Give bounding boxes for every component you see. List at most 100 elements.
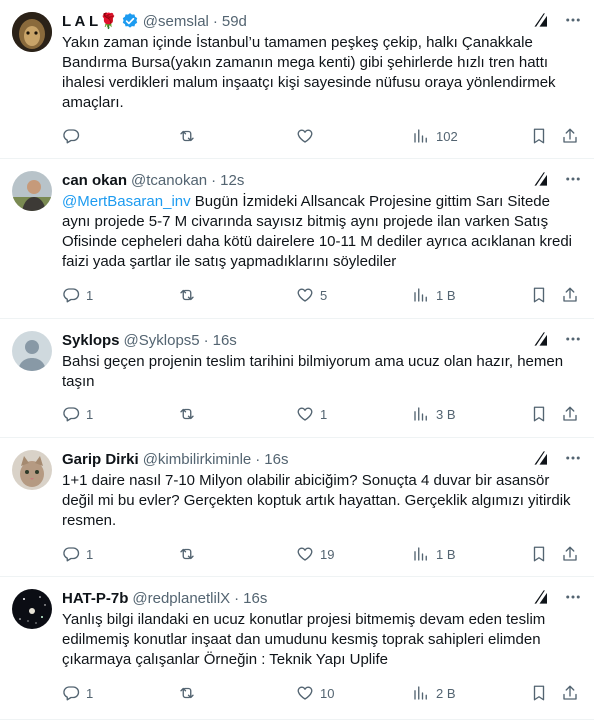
verified-icon — [122, 13, 137, 28]
views-button[interactable]: 102 — [412, 127, 458, 145]
user-handle[interactable]: @Syklops5 — [124, 332, 200, 349]
user-handle[interactable]: @tcanokan — [131, 172, 207, 189]
reply-button[interactable]: 1 — [62, 286, 93, 304]
bookmark-icon — [530, 545, 548, 563]
share-icon — [561, 127, 579, 145]
bookmark-icon — [530, 405, 548, 423]
tweet[interactable]: L A L 🌹 @semslal · 59d Yakın zaman içind… — [0, 0, 594, 159]
tweet[interactable]: HAT-P-7b @redplanetlilX · 16s Yanlış bil… — [0, 577, 594, 720]
timestamp[interactable]: 16s — [213, 332, 237, 349]
views-button[interactable]: 1 B — [412, 286, 456, 304]
reply-icon — [62, 545, 80, 563]
grok-icon[interactable] — [532, 10, 552, 30]
retweet-button[interactable] — [178, 286, 202, 304]
timestamp[interactable]: 16s — [264, 451, 288, 468]
reply-button[interactable]: 1 — [62, 405, 93, 423]
tweet-text: Yakın zaman içinde İstanbul’u tamamen pe… — [62, 34, 556, 111]
more-icon[interactable] — [564, 449, 582, 467]
more-icon[interactable] — [564, 588, 582, 606]
share-button[interactable] — [561, 286, 579, 304]
retweet-button[interactable] — [178, 684, 202, 702]
bookmark-button[interactable] — [530, 127, 548, 145]
more-icon[interactable] — [564, 11, 582, 29]
share-icon — [561, 545, 579, 563]
user-handle[interactable]: @semslal — [143, 13, 209, 30]
reply-icon — [62, 405, 80, 423]
tweet-text: Bahsi geçen projenin teslim tarihini bil… — [62, 353, 564, 390]
reply-icon — [62, 127, 80, 145]
tweet[interactable]: Syklops @Syklops5 · 16s Bahsi geçen proj… — [0, 319, 594, 438]
like-button[interactable]: 5 — [296, 286, 327, 304]
like-icon — [296, 127, 314, 145]
more-icon[interactable] — [564, 170, 582, 188]
like-icon — [296, 684, 314, 702]
bookmark-button[interactable] — [530, 286, 548, 304]
share-button[interactable] — [561, 127, 579, 145]
tweet[interactable]: Garip Dirki @kimbilirkiminle · 16s 1+1 d… — [0, 438, 594, 577]
grok-icon[interactable] — [532, 448, 552, 468]
like-button[interactable] — [296, 127, 320, 145]
timestamp[interactable]: 16s — [243, 590, 267, 607]
retweet-icon — [178, 545, 196, 563]
grok-icon[interactable] — [532, 169, 552, 189]
share-button[interactable] — [561, 684, 579, 702]
retweet-button[interactable] — [178, 405, 202, 423]
tweet-feed: L A L 🌹 @semslal · 59d Yakın zaman içind… — [0, 0, 594, 720]
user-handle[interactable]: @redplanetlilX — [132, 590, 230, 607]
tweet-text: Yanlış bilgi ilandaki en ucuz konutlar p… — [62, 611, 546, 668]
retweet-button[interactable] — [178, 545, 202, 563]
display-name[interactable]: can okan — [62, 172, 127, 189]
tweet-text: 1+1 daire nasıl 7-10 Milyon olabilir abi… — [62, 472, 571, 529]
retweet-button[interactable] — [178, 127, 202, 145]
avatar[interactable] — [12, 589, 52, 629]
avatar[interactable] — [12, 450, 52, 490]
like-icon — [296, 405, 314, 423]
views-icon — [412, 684, 430, 702]
separator-dot: · — [203, 331, 209, 349]
separator-dot: · — [211, 171, 217, 189]
tweet[interactable]: can okan @tcanokan · 12s @MertBasaran_in… — [0, 159, 594, 319]
reply-icon — [62, 286, 80, 304]
bookmark-button[interactable] — [530, 405, 548, 423]
views-button[interactable]: 1 B — [412, 545, 456, 563]
like-button[interactable]: 19 — [296, 545, 334, 563]
views-icon — [412, 405, 430, 423]
separator-dot: · — [234, 589, 240, 607]
retweet-icon — [178, 127, 196, 145]
bookmark-button[interactable] — [530, 684, 548, 702]
user-handle[interactable]: @kimbilirkiminle — [143, 451, 252, 468]
avatar[interactable] — [12, 331, 52, 371]
display-name[interactable]: Garip Dirki — [62, 451, 139, 468]
reply-button[interactable]: 1 — [62, 684, 93, 702]
display-name[interactable]: HAT-P-7b — [62, 590, 128, 607]
share-icon — [561, 405, 579, 423]
display-name[interactable]: Syklops — [62, 332, 120, 349]
bookmark-icon — [530, 684, 548, 702]
reply-button[interactable] — [62, 127, 86, 145]
bookmark-button[interactable] — [530, 545, 548, 563]
more-icon[interactable] — [564, 330, 582, 348]
reply-icon — [62, 684, 80, 702]
views-icon — [412, 286, 430, 304]
views-button[interactable]: 3 B — [412, 405, 456, 423]
share-button[interactable] — [561, 545, 579, 563]
grok-icon[interactable] — [532, 329, 552, 349]
like-button[interactable]: 10 — [296, 684, 334, 702]
retweet-icon — [178, 684, 196, 702]
display-name[interactable]: L A L — [62, 13, 98, 30]
timestamp[interactable]: 59d — [222, 13, 247, 30]
views-button[interactable]: 2 B — [412, 684, 456, 702]
mention-link[interactable]: @MertBasaran_inv — [62, 193, 191, 210]
share-icon — [561, 684, 579, 702]
reply-button[interactable]: 1 — [62, 545, 93, 563]
share-button[interactable] — [561, 405, 579, 423]
share-icon — [561, 286, 579, 304]
avatar[interactable] — [12, 12, 52, 52]
rose-emoji: 🌹 — [99, 13, 118, 30]
like-icon — [296, 545, 314, 563]
avatar[interactable] — [12, 171, 52, 211]
timestamp[interactable]: 12s — [220, 172, 244, 189]
separator-dot: · — [212, 12, 218, 30]
like-button[interactable]: 1 — [296, 405, 327, 423]
grok-icon[interactable] — [532, 587, 552, 607]
